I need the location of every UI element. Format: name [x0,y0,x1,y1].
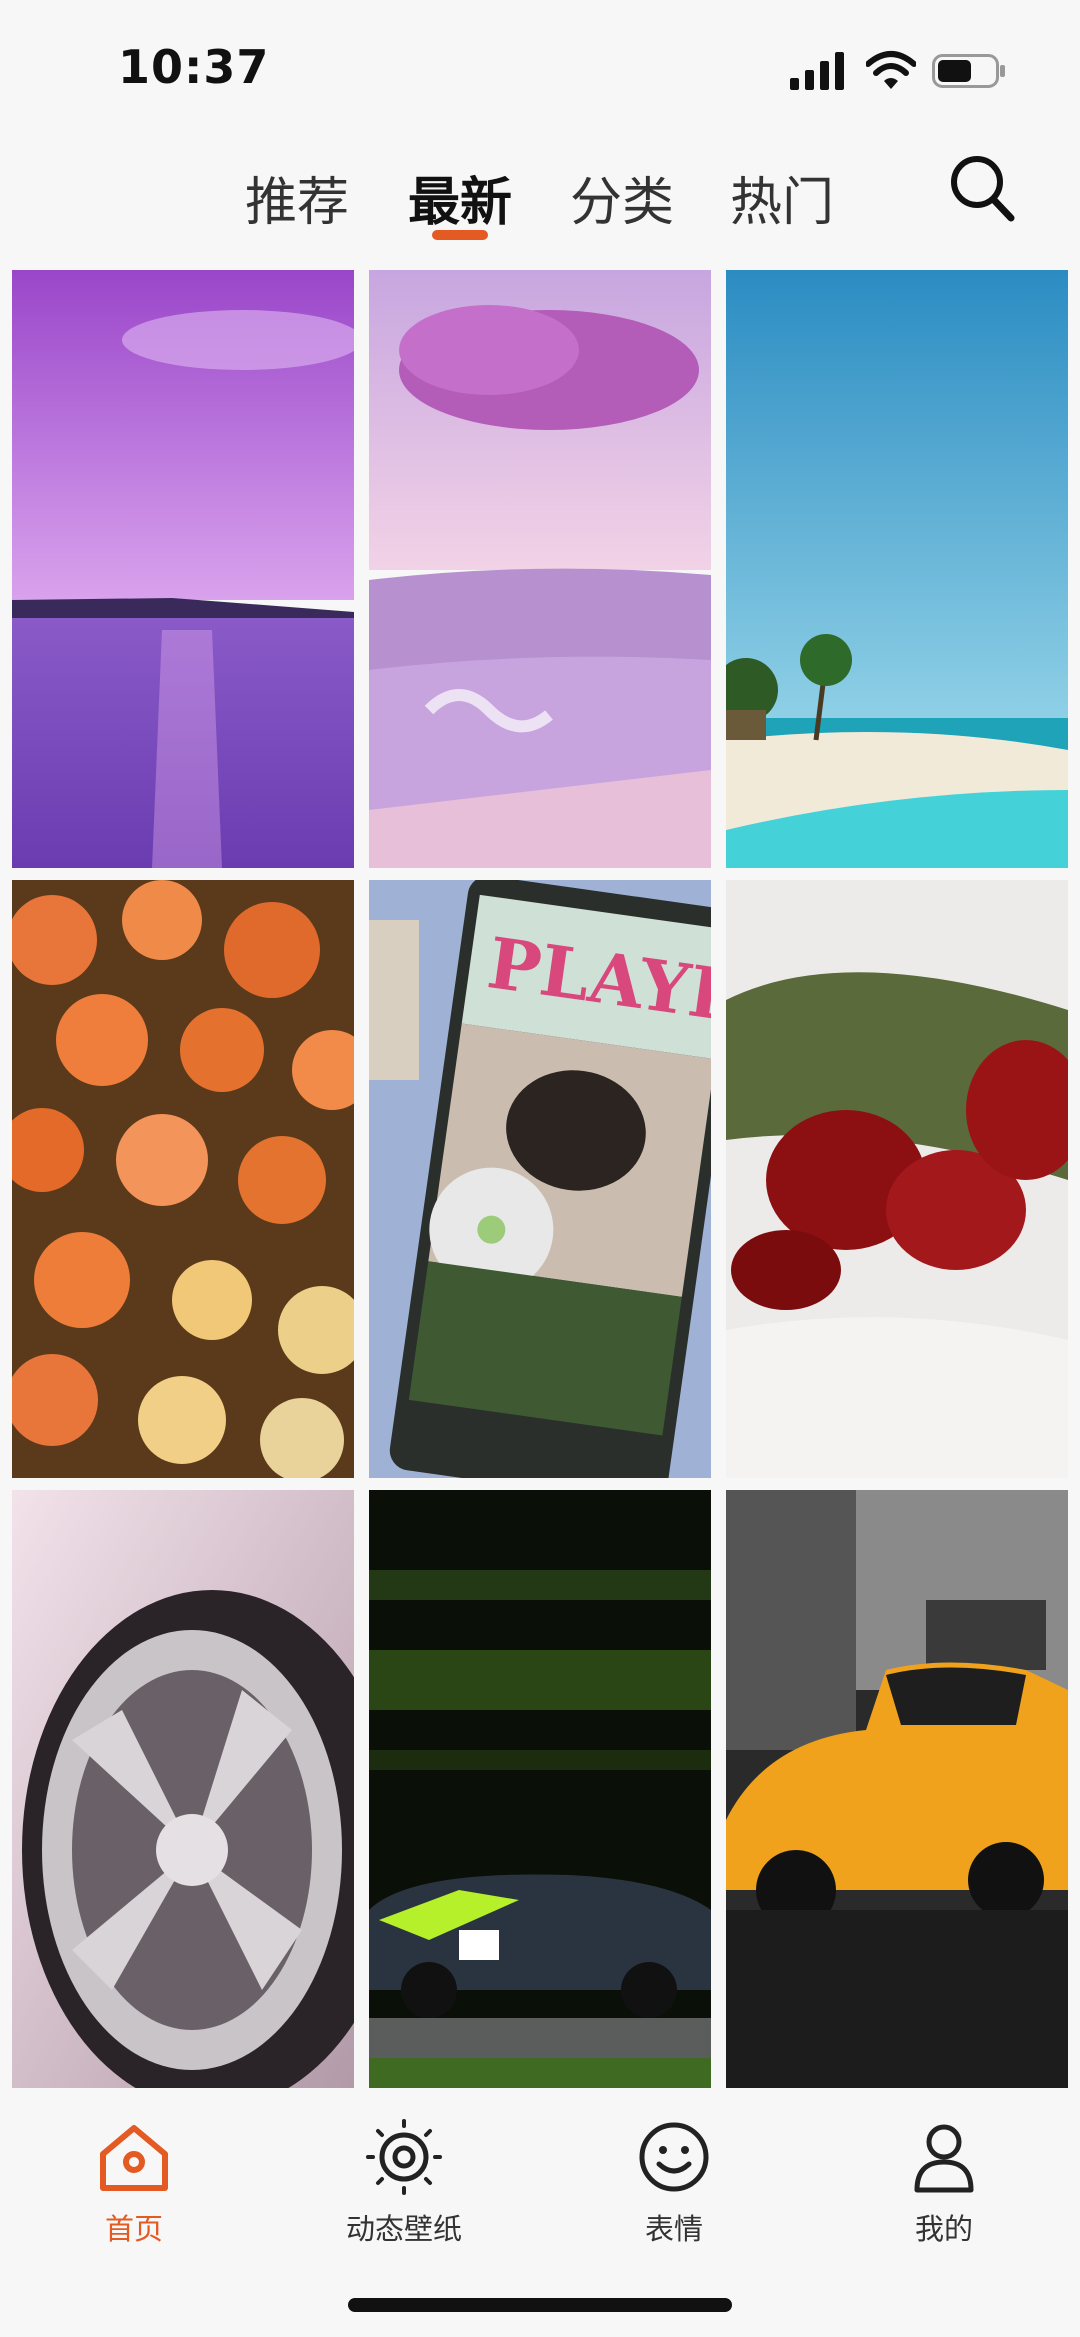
nav-item-live-wallpaper[interactable]: 动态壁纸 [304,2118,504,2248]
home-indicator[interactable] [348,2298,732,2312]
top-tab-bar: 推荐 最新 分类 热门 [0,150,1080,250]
smiley-icon [639,2122,709,2192]
wallpaper-tile[interactable] [726,1490,1068,2088]
wallpaper-tile[interactable] [12,1490,354,2088]
nav-label-live-wallpaper: 动态壁纸 [345,2212,462,2246]
search-icon[interactable] [948,152,1016,224]
active-tab-indicator [432,230,488,240]
nav-label-emoji: 表情 [644,2212,703,2246]
profile-icon [914,2124,974,2193]
tab-recommended[interactable]: 推荐 [245,160,349,235]
nav-item-home[interactable]: 首页 [34,2118,234,2248]
nav-label-profile: 我的 [914,2212,973,2246]
nav-item-emoji[interactable]: 表情 [574,2118,774,2248]
home-icon [100,2125,168,2191]
cellular-signal-icon [790,52,844,90]
wallpaper-tile[interactable] [726,880,1068,1478]
wallpaper-tile[interactable] [12,270,354,868]
wallpaper-tile[interactable] [369,1490,711,2088]
wallpaper-tile[interactable] [726,270,1068,868]
wallpaper-tile[interactable]: PLAYL [369,880,711,1478]
live-wallpaper-icon [366,2119,442,2195]
status-bar: 10:37 [0,0,1080,130]
wallpaper-tile[interactable] [12,880,354,1478]
nav-label-home: 首页 [104,2212,163,2246]
tab-latest[interactable]: 最新 [408,160,512,235]
wallpaper-tile[interactable] [369,270,711,868]
wifi-icon [866,51,916,89]
tab-popular[interactable]: 热门 [730,160,834,235]
status-time: 10:37 [118,40,270,94]
tab-categories[interactable]: 分类 [570,160,674,235]
battery-icon [932,54,1005,88]
nav-item-profile[interactable]: 我的 [844,2118,1044,2248]
